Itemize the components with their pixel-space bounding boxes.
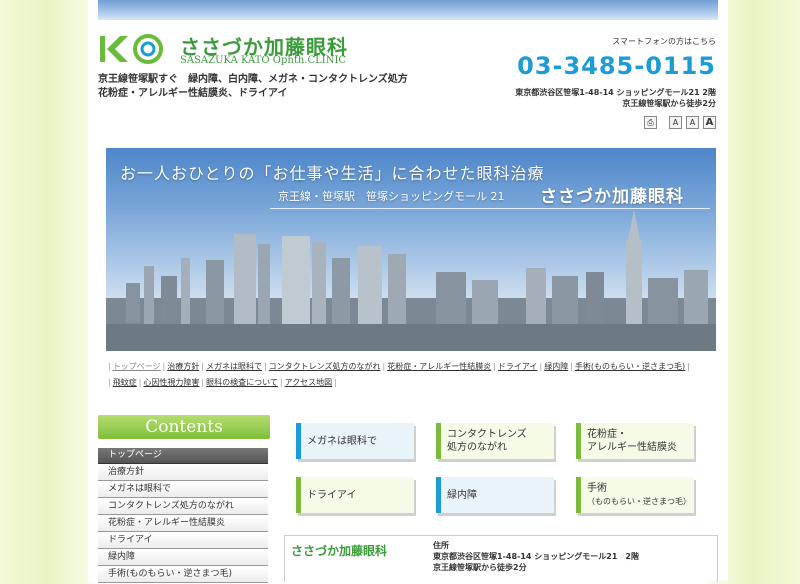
clinic-info-box: ささづか加藤眼科 住所 東京都渋谷区笹塚1-48-14 ショッピングモール21 …	[284, 535, 718, 582]
nav-link-floaters[interactable]: 飛蚊症	[113, 378, 137, 387]
nav-link-glaucoma[interactable]: 緑内障	[544, 362, 568, 371]
tile-surgery-label2: （ものもらい・逆さまつ毛）	[587, 497, 691, 506]
nav-link-surgery[interactable]: 手術(ものもらい・逆さまつ毛)	[575, 362, 685, 371]
tagline-line2: 花粉症・アレルギー性結膜炎、ドライアイ	[98, 88, 288, 99]
text-nav-row2: | 飛蚊症 | 心因性視力障害 | 眼科の検査について | アクセス地図 |	[108, 378, 337, 387]
clinic-name-en: SASAZUKA KATO Ophth.CLINIC	[180, 55, 347, 66]
nav-link-contacts[interactable]: コンタクトレンズ処方のながれ	[269, 362, 381, 371]
sidebar-item-glasses[interactable]: メガネは眼科で	[98, 482, 268, 498]
text-nav: | トップページ | 治療方針 | メガネは眼科で | コンタクトレンズ処方のながれ | 花粉症・…	[106, 359, 716, 391]
sidebar-menu: トップページ 治療方針 メガネは眼科で コンタクトレンズ処方のながれ 花粉症・ア…	[98, 448, 268, 584]
text-nav-row1: | トップページ | 治療方針 | メガネは眼科で | コンタクトレンズ処方のながれ | 花粉症・…	[108, 362, 690, 371]
font-size-medium-button[interactable]: A	[686, 116, 699, 129]
tile-allergy-label2: アレルギー性結膜炎	[587, 442, 677, 453]
tile-dryeye[interactable]: ドライアイ	[296, 477, 414, 513]
phone-number[interactable]: 03-3485-0115	[517, 52, 716, 80]
nav-link-psychogenic[interactable]: 心因性視力障害	[143, 378, 199, 387]
nav-link-dryeye[interactable]: ドライアイ	[498, 362, 538, 371]
hero-banner: お一人おひとりの「お仕事や生活」に合わせた眼科治療 京王線・笹塚駅 笹塚ショッピ…	[106, 148, 716, 351]
nav-link-exams[interactable]: 眼科の検査について	[206, 378, 278, 387]
sidebar-item-top[interactable]: トップページ	[98, 448, 268, 464]
tile-allergy-label1: 花粉症・	[587, 429, 627, 440]
header-address: 東京都渋谷区笹塚1-48-14 ショッピングモール21 2階 京王線笹塚駅から徒…	[515, 87, 716, 109]
tile-surgery[interactable]: 手術 （ものもらい・逆さまつ毛）	[576, 477, 694, 513]
info-address-line: 東京都渋谷区笹塚1-48-14 ショッピングモール21 2階	[433, 552, 639, 561]
header-address-line2: 京王線笹塚駅から徒歩2分	[622, 99, 716, 108]
font-size-small-button[interactable]: A	[669, 116, 682, 129]
page-tools: ⎙ A A A	[644, 116, 716, 129]
tile-glasses-label: メガネは眼科で	[307, 435, 377, 447]
tile-glaucoma[interactable]: 緑内障	[436, 477, 554, 513]
page: ささづか加藤眼科 SASAZUKA KATO Ophth.CLINIC 京王線笹…	[88, 0, 728, 584]
tile-dryeye-label: ドライアイ	[307, 489, 357, 501]
nav-link-glasses[interactable]: メガネは眼科で	[206, 362, 262, 371]
hero-location: 京王線・笹塚駅 笹塚ショッピングモール 21	[278, 190, 505, 203]
hero-clinic-name: ささづか加藤眼科	[540, 187, 684, 207]
info-address: 東京都渋谷区笹塚1-48-14 ショッピングモール21 2階 京王線笹塚駅から徒…	[433, 551, 639, 573]
clinic-logo-icon[interactable]	[98, 34, 168, 64]
sidebar-item-glaucoma[interactable]: 緑内障	[98, 550, 268, 566]
tile-glasses[interactable]: メガネは眼科で	[296, 423, 414, 459]
tile-allergy[interactable]: 花粉症・ アレルギー性結膜炎	[576, 423, 694, 459]
tile-surgery-label1: 手術	[587, 483, 607, 494]
header-address-line1: 東京都渋谷区笹塚1-48-14 ショッピングモール21 2階	[515, 88, 716, 97]
tile-glaucoma-label: 緑内障	[447, 489, 477, 501]
print-icon[interactable]: ⎙	[644, 116, 657, 129]
contents-heading: Contents	[98, 415, 270, 439]
sidebar-item-dryeye[interactable]: ドライアイ	[98, 533, 268, 549]
nav-link-top[interactable]: トップページ	[113, 362, 161, 371]
nav-link-policy[interactable]: 治療方針	[167, 362, 199, 371]
nav-link-allergy[interactable]: 花粉症・アレルギー性結膜炎	[387, 362, 491, 371]
font-size-large-button[interactable]: A	[703, 116, 716, 129]
sidebar-item-allergy[interactable]: 花粉症・アレルギー性結膜炎	[98, 516, 268, 532]
tile-contacts-label2: 処方のながれ	[447, 442, 507, 453]
tile-contacts[interactable]: コンタクトレンズ 処方のながれ	[436, 423, 554, 459]
tile-contacts-label1: コンタクトレンズ	[447, 429, 527, 440]
info-clinic-name: ささづか加藤眼科	[291, 544, 388, 558]
tagline: 京王線笹塚駅すぐ 緑内障、白内障、メガネ・コンタクトレンズ処方 花粉症・アレルギ…	[98, 73, 408, 101]
hero-divider	[270, 208, 710, 209]
sidebar-item-contacts[interactable]: コンタクトレンズ処方のながれ	[98, 499, 268, 515]
hero-headline: お一人おひとりの「お仕事や生活」に合わせた眼科治療	[120, 164, 545, 183]
sidebar-item-policy[interactable]: 治療方針	[98, 465, 268, 481]
info-address-label: 住所	[433, 541, 449, 550]
info-access-line: 京王線笹塚駅から徒歩2分	[433, 563, 527, 572]
nav-link-access[interactable]: アクセス地図	[285, 378, 333, 387]
tagline-line1: 京王線笹塚駅すぐ 緑内障、白内障、メガネ・コンタクトレンズ処方	[98, 74, 408, 85]
smartphone-link[interactable]: スマートフォンの方はこちら	[612, 36, 716, 47]
top-banner-strip	[98, 0, 718, 20]
